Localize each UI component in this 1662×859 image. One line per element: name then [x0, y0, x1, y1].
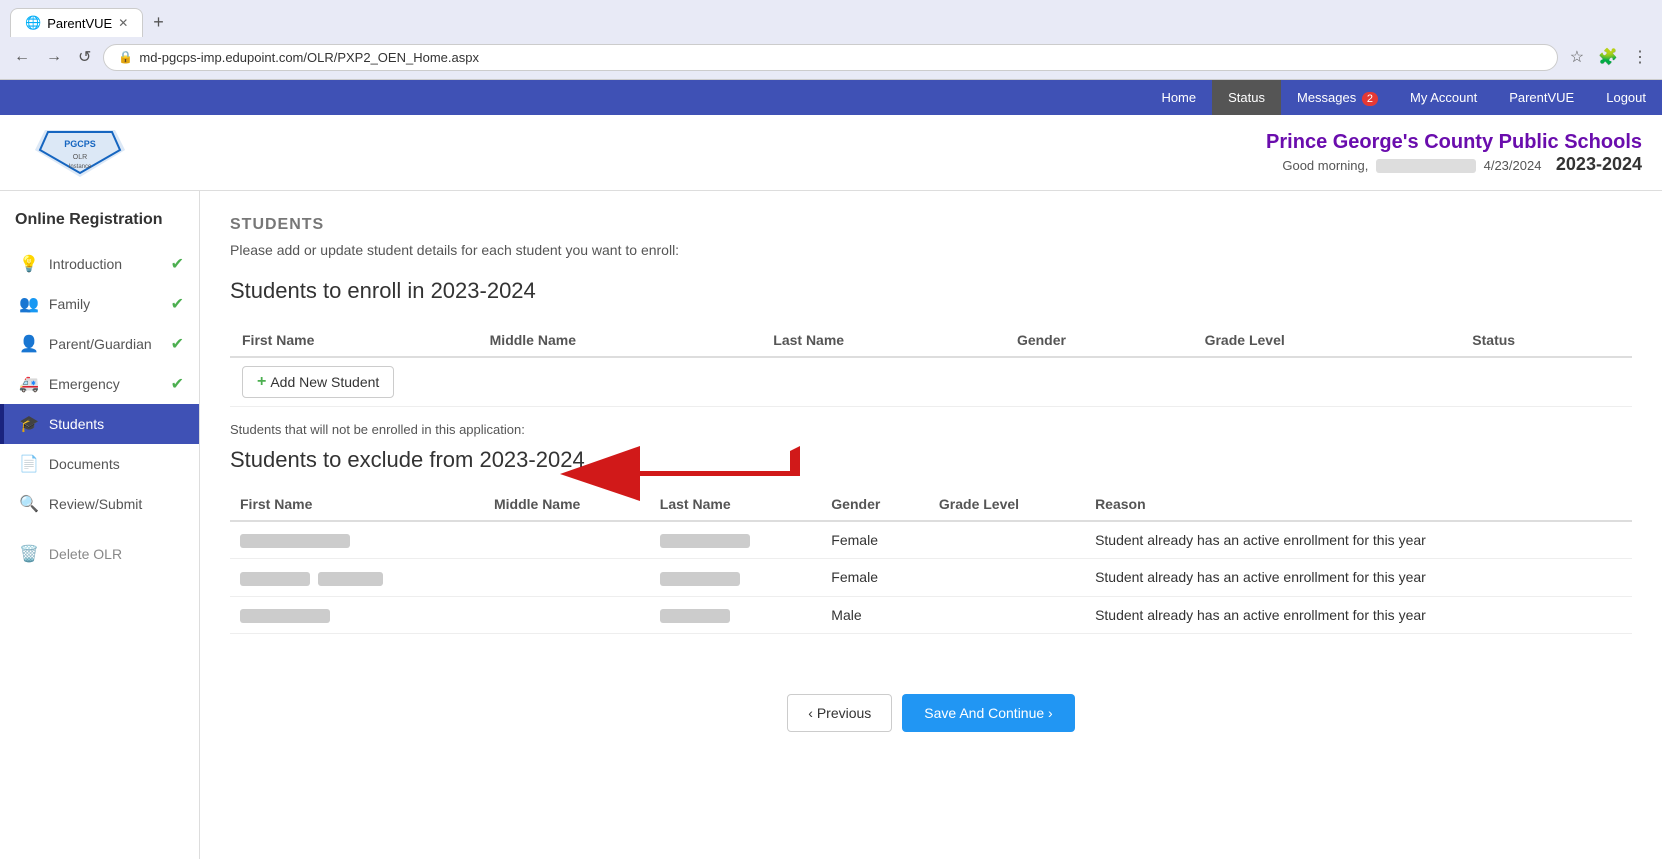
status-nav-button[interactable]: Status [1212, 80, 1281, 115]
add-new-student-button[interactable]: + Add New Student [242, 366, 394, 398]
tab-title: ParentVUE [47, 16, 112, 31]
top-navigation: Home Status Messages 2 My Account Parent… [0, 80, 1662, 115]
col-middle-name: Middle Name [478, 324, 762, 357]
new-tab-button[interactable]: + [147, 10, 170, 35]
my-account-nav-button[interactable]: My Account [1394, 80, 1493, 115]
sidebar-item-parent-guardian[interactable]: 👤 Parent/Guardian ✔ [0, 324, 199, 364]
parent-icon: 👤 [19, 334, 39, 354]
table-row: Male Student already has an active enrol… [230, 596, 1632, 633]
sidebar-review-label: Review/Submit [49, 496, 184, 512]
more-btn[interactable]: ⋮ [1628, 43, 1652, 71]
col-first-name: First Name [230, 324, 478, 357]
sidebar-delete-label: Delete OLR [49, 546, 184, 562]
ex-col-middle-name: Middle Name [484, 488, 650, 521]
enroll-section-title: Students to enroll in 2023-2024 [230, 278, 1632, 304]
emergency-check: ✔ [171, 374, 184, 394]
sidebar-title: Online Registration [0, 211, 199, 244]
delete-icon: 🗑️ [19, 544, 39, 564]
parentvue-nav-button[interactable]: ParentVUE [1493, 80, 1590, 115]
ex-col-first-name: First Name [230, 488, 484, 521]
back-button[interactable]: ← [10, 44, 34, 70]
url-display: md-pgcps-imp.edupoint.com/OLR/PXP2_OEN_H… [139, 50, 479, 65]
messages-badge: 2 [1362, 92, 1378, 106]
reload-button[interactable]: ↺ [74, 43, 95, 71]
col-grade-level: Grade Level [1193, 324, 1461, 357]
bottom-navigation: ‹ Previous Save And Continue › [230, 694, 1632, 752]
bookmark-btn[interactable]: ☆ [1566, 43, 1588, 71]
sidebar-item-students[interactable]: 🎓 Students [0, 404, 199, 444]
sidebar-item-introduction[interactable]: 💡 Introduction ✔ [0, 244, 199, 284]
ex-col-last-name: Last Name [650, 488, 822, 521]
logo: PGCPS OLR Instance [20, 125, 140, 180]
introduction-check: ✔ [171, 254, 184, 274]
active-tab[interactable]: 🌐 ParentVUE ✕ [10, 8, 143, 37]
family-icon: 👥 [19, 294, 39, 314]
main-layout: Online Registration 💡 Introduction ✔ 👥 F… [0, 191, 1662, 859]
table-row: Female Student already has an active enr… [230, 521, 1632, 559]
add-student-label: Add New Student [270, 374, 379, 390]
svg-text:OLR: OLR [73, 154, 87, 161]
exclude-table: First Name Middle Name Last Name Gender … [230, 488, 1632, 634]
sidebar-emergency-label: Emergency [49, 376, 161, 392]
parent-check: ✔ [171, 334, 184, 354]
plus-icon: + [257, 373, 266, 391]
documents-icon: 📄 [19, 454, 39, 474]
main-content: STUDENTS Please add or update student de… [200, 191, 1662, 859]
sidebar-students-label: Students [49, 416, 184, 432]
content-description: Please add or update student details for… [230, 242, 1632, 258]
pgcps-logo: PGCPS OLR Instance [20, 125, 140, 180]
introduction-icon: 💡 [19, 254, 39, 274]
logout-nav-button[interactable]: Logout [1590, 80, 1662, 115]
sidebar-item-family[interactable]: 👥 Family ✔ [0, 284, 199, 324]
section-heading: STUDENTS [230, 216, 1632, 234]
col-gender: Gender [1005, 324, 1193, 357]
enroll-table: First Name Middle Name Last Name Gender … [230, 324, 1632, 407]
students-icon: 🎓 [19, 414, 39, 434]
sidebar-family-label: Family [49, 296, 161, 312]
date-display: 4/23/2024 [1484, 158, 1542, 173]
extensions-btn[interactable]: 🧩 [1594, 43, 1622, 71]
review-icon: 🔍 [19, 494, 39, 514]
home-nav-button[interactable]: Home [1145, 80, 1212, 115]
messages-nav-button[interactable]: Messages 2 [1281, 80, 1394, 115]
col-last-name: Last Name [761, 324, 1005, 357]
forward-button[interactable]: → [42, 44, 66, 70]
sidebar-parent-label: Parent/Guardian [49, 336, 161, 352]
ex-col-reason: Reason [1085, 488, 1632, 521]
header-info: Prince George's County Public Schools Go… [160, 131, 1642, 175]
col-status: Status [1460, 324, 1632, 357]
add-student-row: + Add New Student [230, 357, 1632, 407]
tab-close-btn[interactable]: ✕ [118, 16, 128, 30]
year-display: 2023-2024 [1556, 154, 1642, 174]
sidebar-item-documents[interactable]: 📄 Documents [0, 444, 199, 484]
sidebar-item-review-submit[interactable]: 🔍 Review/Submit [0, 484, 199, 524]
students-note: Students that will not be enrolled in th… [230, 422, 1632, 437]
previous-button[interactable]: ‹ Previous [787, 694, 892, 732]
greeting-date: Good morning, 4/23/2024 2023-2024 [160, 154, 1642, 175]
sidebar: Online Registration 💡 Introduction ✔ 👥 F… [0, 191, 200, 859]
sidebar-item-emergency[interactable]: 🚑 Emergency ✔ [0, 364, 199, 404]
family-check: ✔ [171, 294, 184, 314]
ex-col-grade-level: Grade Level [929, 488, 1085, 521]
greeting-text: Good morning, [1282, 158, 1368, 173]
emergency-icon: 🚑 [19, 374, 39, 394]
school-name: Prince George's County Public Schools [160, 131, 1642, 154]
svg-text:Instance: Instance [69, 164, 92, 170]
sidebar-documents-label: Documents [49, 456, 184, 472]
save-and-continue-button[interactable]: Save And Continue › [902, 694, 1074, 732]
svg-text:PGCPS: PGCPS [64, 139, 96, 149]
page-header: PGCPS OLR Instance Prince George's Count… [0, 115, 1662, 191]
sidebar-introduction-label: Introduction [49, 256, 161, 272]
ex-col-gender: Gender [821, 488, 929, 521]
sidebar-item-delete-olr[interactable]: 🗑️ Delete OLR [0, 534, 199, 574]
address-bar[interactable]: 🔒 md-pgcps-imp.edupoint.com/OLR/PXP2_OEN… [103, 44, 1557, 71]
table-row: Female Student already has an active enr… [230, 559, 1632, 596]
exclude-section-title: Students to exclude from 2023-2024 [230, 447, 1632, 473]
